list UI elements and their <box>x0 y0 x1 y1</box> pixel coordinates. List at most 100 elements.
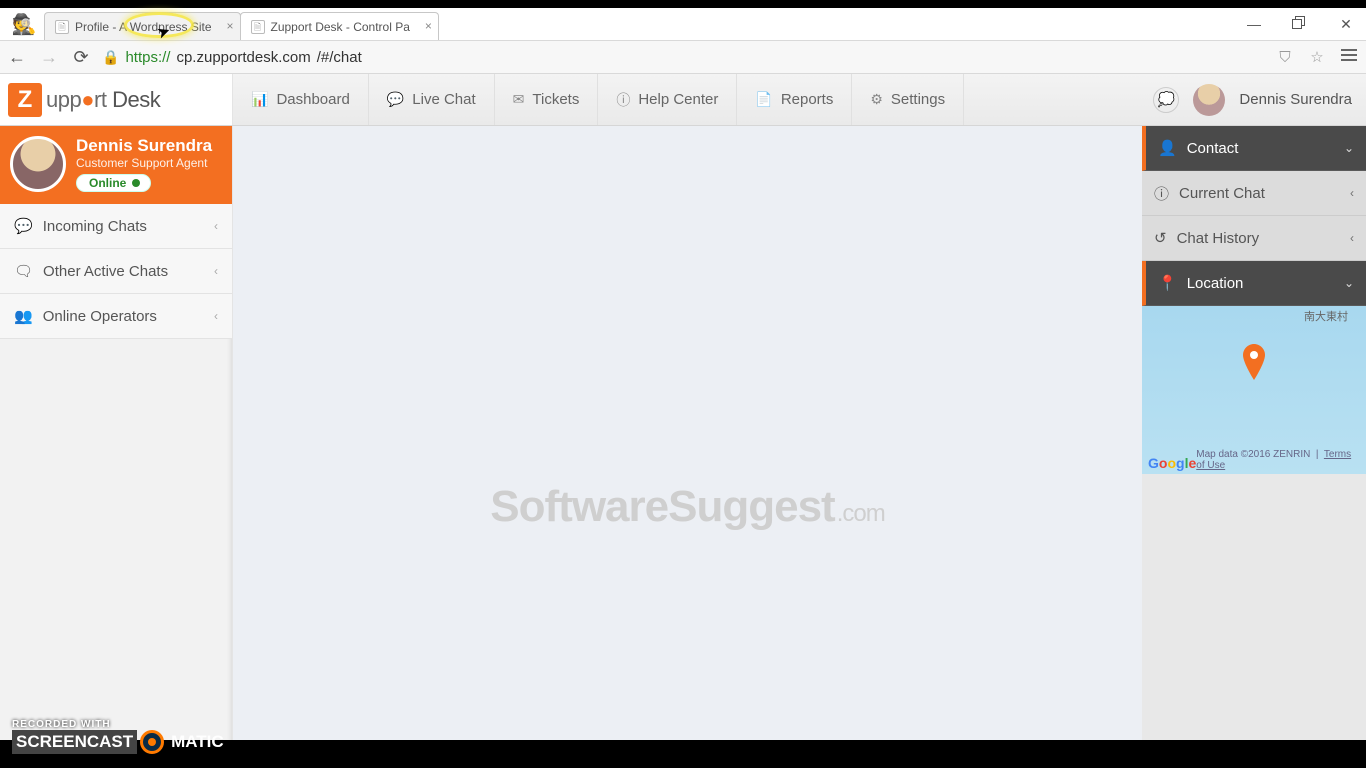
nav-settings[interactable]: ⚙ Settings <box>852 74 964 125</box>
chevron-left-icon: ‹ <box>1350 231 1354 245</box>
chevron-down-icon: ⌄ <box>1344 141 1354 155</box>
chevron-left-icon: ‹ <box>214 264 218 278</box>
panel-label: Chat History <box>1177 230 1260 247</box>
lock-icon: 🔒 <box>102 49 119 66</box>
status-text: Online <box>89 176 126 190</box>
reload-button[interactable]: ⟳ <box>70 47 92 68</box>
url-field[interactable]: 🔒 https:// cp.zupportdesk.com /#/chat <box>102 49 362 66</box>
chat-bubble-icon[interactable]: 💭 <box>1153 87 1179 113</box>
recorder-part1: SCREENCAST <box>12 730 137 754</box>
sidebar-item-incoming-chats[interactable]: 💬Incoming Chats ‹ <box>0 204 232 249</box>
recorder-icon <box>140 730 164 754</box>
panel-location[interactable]: 📍 Location ⌄ <box>1142 261 1366 306</box>
nav-live-chat[interactable]: 💬 Live Chat <box>369 74 495 125</box>
incognito-icon: 🕵️ <box>4 8 44 40</box>
map[interactable]: 南大東村 Google Map data ©2016 ZENRIN | Term… <box>1142 306 1366 474</box>
comments-icon: 🗨 <box>14 262 33 280</box>
panel-contact[interactable]: 👤 Contact ⌄ <box>1142 126 1366 171</box>
shield-icon[interactable]: ⛉ <box>1274 49 1296 66</box>
tab-title: Profile - A Wordpress Site <box>75 20 212 34</box>
os-bottombar <box>0 754 1366 768</box>
star-icon[interactable]: ☆ <box>1306 48 1328 66</box>
nav-dashboard[interactable]: 📊Dashboard <box>233 74 369 125</box>
panel-label: Contact <box>1187 140 1239 157</box>
favicon-icon: 🗎 <box>251 20 265 34</box>
os-titlebar <box>0 0 1366 8</box>
status-badge[interactable]: Online <box>76 174 151 192</box>
url-scheme: https:// <box>125 49 170 66</box>
map-label: 南大東村 <box>1304 308 1348 324</box>
profile-card: Dennis Surendra Customer Support Agent O… <box>0 126 232 204</box>
chevron-down-icon: ⌄ <box>1344 276 1354 290</box>
app-header: Z upp●rt Desk 📊Dashboard 💬 Live Chat ✉ Tic… <box>0 74 1366 126</box>
sidebar-item-online-operators[interactable]: 👥 Online Operators ‹ <box>0 294 232 339</box>
sidebar-item-label: Online Operators <box>43 308 157 325</box>
file-icon: 📄 <box>755 91 772 108</box>
top-nav: 📊Dashboard 💬 Live Chat ✉ Tickets ⓘ Help Cen… <box>233 74 964 125</box>
menu-button[interactable] <box>1338 46 1360 68</box>
right-panel: 👤 Contact ⌄ ⓘ Current Chat ‹ ↺ Chat History… <box>1142 126 1366 740</box>
nav-label: Reports <box>781 91 834 108</box>
close-button[interactable]: ✕ <box>1332 16 1360 33</box>
main-content: SoftwareSuggest.com <box>233 126 1142 740</box>
nav-label: Tickets <box>532 91 579 108</box>
minimize-button[interactable]: — <box>1240 16 1268 32</box>
map-footer: Google Map data ©2016 ZENRIN | Terms of … <box>1148 449 1360 471</box>
header-user: 💭 Dennis Surendra <box>1139 74 1366 125</box>
browser-tab-2[interactable]: 🗎 Zupport Desk - Control Pa × <box>240 12 439 40</box>
back-button[interactable]: ← <box>6 47 28 68</box>
chevron-left-icon: ‹ <box>1350 186 1354 200</box>
left-sidebar: Dennis Surendra Customer Support Agent O… <box>0 126 233 740</box>
profile-name: Dennis Surendra <box>76 136 212 156</box>
avatar[interactable] <box>1193 84 1225 116</box>
panel-chat-history[interactable]: ↺ Chat History ‹ <box>1142 216 1366 261</box>
user-name[interactable]: Dennis Surendra <box>1239 91 1352 108</box>
mail-icon: ✉ <box>513 91 525 108</box>
sidebar-item-other-active-chats[interactable]: 🗨 Other Active Chats ‹ <box>0 249 232 294</box>
map-pin-icon <box>1242 344 1266 368</box>
info-icon: ⓘ <box>616 90 630 110</box>
panel-current-chat[interactable]: ⓘ Current Chat ‹ <box>1142 171 1366 216</box>
maximize-button[interactable] <box>1286 16 1314 33</box>
watermark-suffix: .com <box>837 500 885 527</box>
info-icon: ⓘ <box>1154 183 1169 204</box>
comment-icon: 💬 <box>14 217 33 235</box>
browser-tab-1[interactable]: 🗎 Profile - A Wordpress Site × <box>44 12 241 40</box>
recorder-badge: RECORDED WITH SCREENCAST MATIC <box>12 719 228 754</box>
logo-mark-icon: Z <box>8 83 42 117</box>
gears-icon: ⚙ <box>870 91 883 108</box>
user-icon: 👤 <box>1158 139 1177 157</box>
recorder-tag: RECORDED WITH <box>12 719 228 730</box>
chat-icon: 💬 <box>387 91 404 108</box>
nav-label: Settings <box>891 91 945 108</box>
watermark: SoftwareSuggest.com <box>490 482 884 532</box>
url-path: /#/chat <box>317 49 362 66</box>
right-panel-filler <box>1142 474 1366 740</box>
history-icon: ↺ <box>1154 229 1167 247</box>
browser-addressbar: ← → ⟳ 🔒 https:// cp.zupportdesk.com /#/cha… <box>0 40 1366 74</box>
profile-role: Customer Support Agent <box>76 156 212 170</box>
close-icon[interactable]: × <box>226 19 233 33</box>
avatar <box>10 136 66 192</box>
window-controls: — ✕ <box>1240 8 1360 40</box>
tab-title: Zupport Desk - Control Pa <box>271 20 410 34</box>
panel-label: Location <box>1187 275 1244 292</box>
nav-tickets[interactable]: ✉ Tickets <box>495 74 599 125</box>
nav-label: Live Chat <box>412 91 475 108</box>
chevron-left-icon: ‹ <box>214 309 218 323</box>
pin-icon: 📍 <box>1158 274 1177 292</box>
nav-help-center[interactable]: ⓘ Help Center <box>598 74 737 125</box>
logo[interactable]: Z upp●rt Desk <box>0 74 233 125</box>
forward-button[interactable]: → <box>38 47 60 68</box>
url-host: cp.zupportdesk.com <box>176 49 310 66</box>
users-icon: 👥 <box>14 307 33 325</box>
logo-text: upp●rt Desk <box>46 87 160 113</box>
watermark-main: SoftwareSuggest <box>490 482 834 531</box>
close-icon[interactable]: × <box>425 19 432 33</box>
recorder-part3: MATIC <box>167 730 228 754</box>
sidebar-item-label: Other Active Chats <box>43 263 168 280</box>
chevron-left-icon: ‹ <box>214 219 218 233</box>
nav-reports[interactable]: 📄 Reports <box>737 74 852 125</box>
nav-label: Help Center <box>638 91 718 108</box>
panel-label: Current Chat <box>1179 185 1265 202</box>
